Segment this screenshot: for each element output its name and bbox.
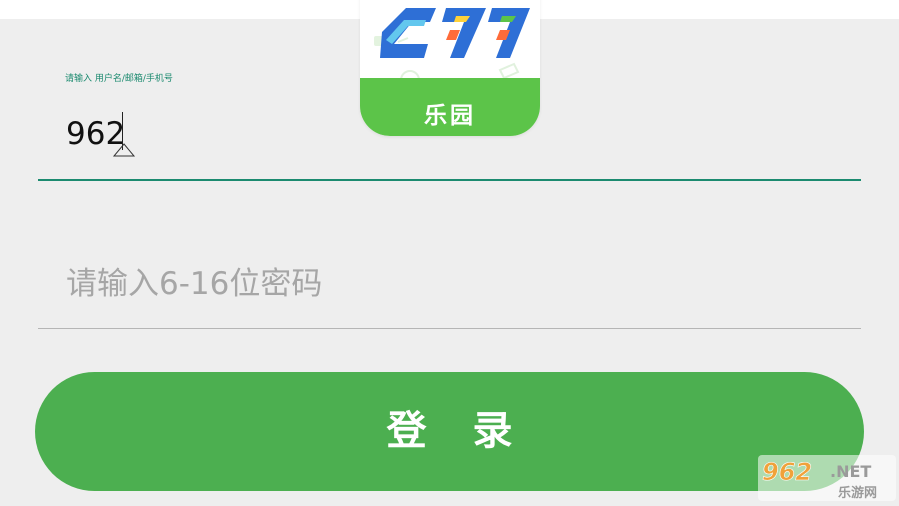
cursor-handle-icon[interactable] [112,143,136,157]
password-underline [38,328,861,329]
password-input[interactable]: 请输入6-16位密码 [66,262,322,306]
logo-caption: 乐园 [424,103,476,129]
username-floating-label: 请输入 用户名/邮箱/手机号 [65,74,173,84]
login-screen: 乐园 请输入 用户名/邮箱/手机号 962 请输入6-16位密码 登录 962 … [0,0,899,506]
app-logo: 乐园 [360,0,540,136]
username-underline [38,179,861,181]
watermark-suffix: .NET [830,462,871,481]
watermark-brand: 962 [762,458,812,486]
login-button[interactable]: 登录 [35,372,864,491]
watermark-site-name: 乐游网 [838,485,877,501]
site-watermark: 962 .NET 乐游网 [758,455,896,501]
